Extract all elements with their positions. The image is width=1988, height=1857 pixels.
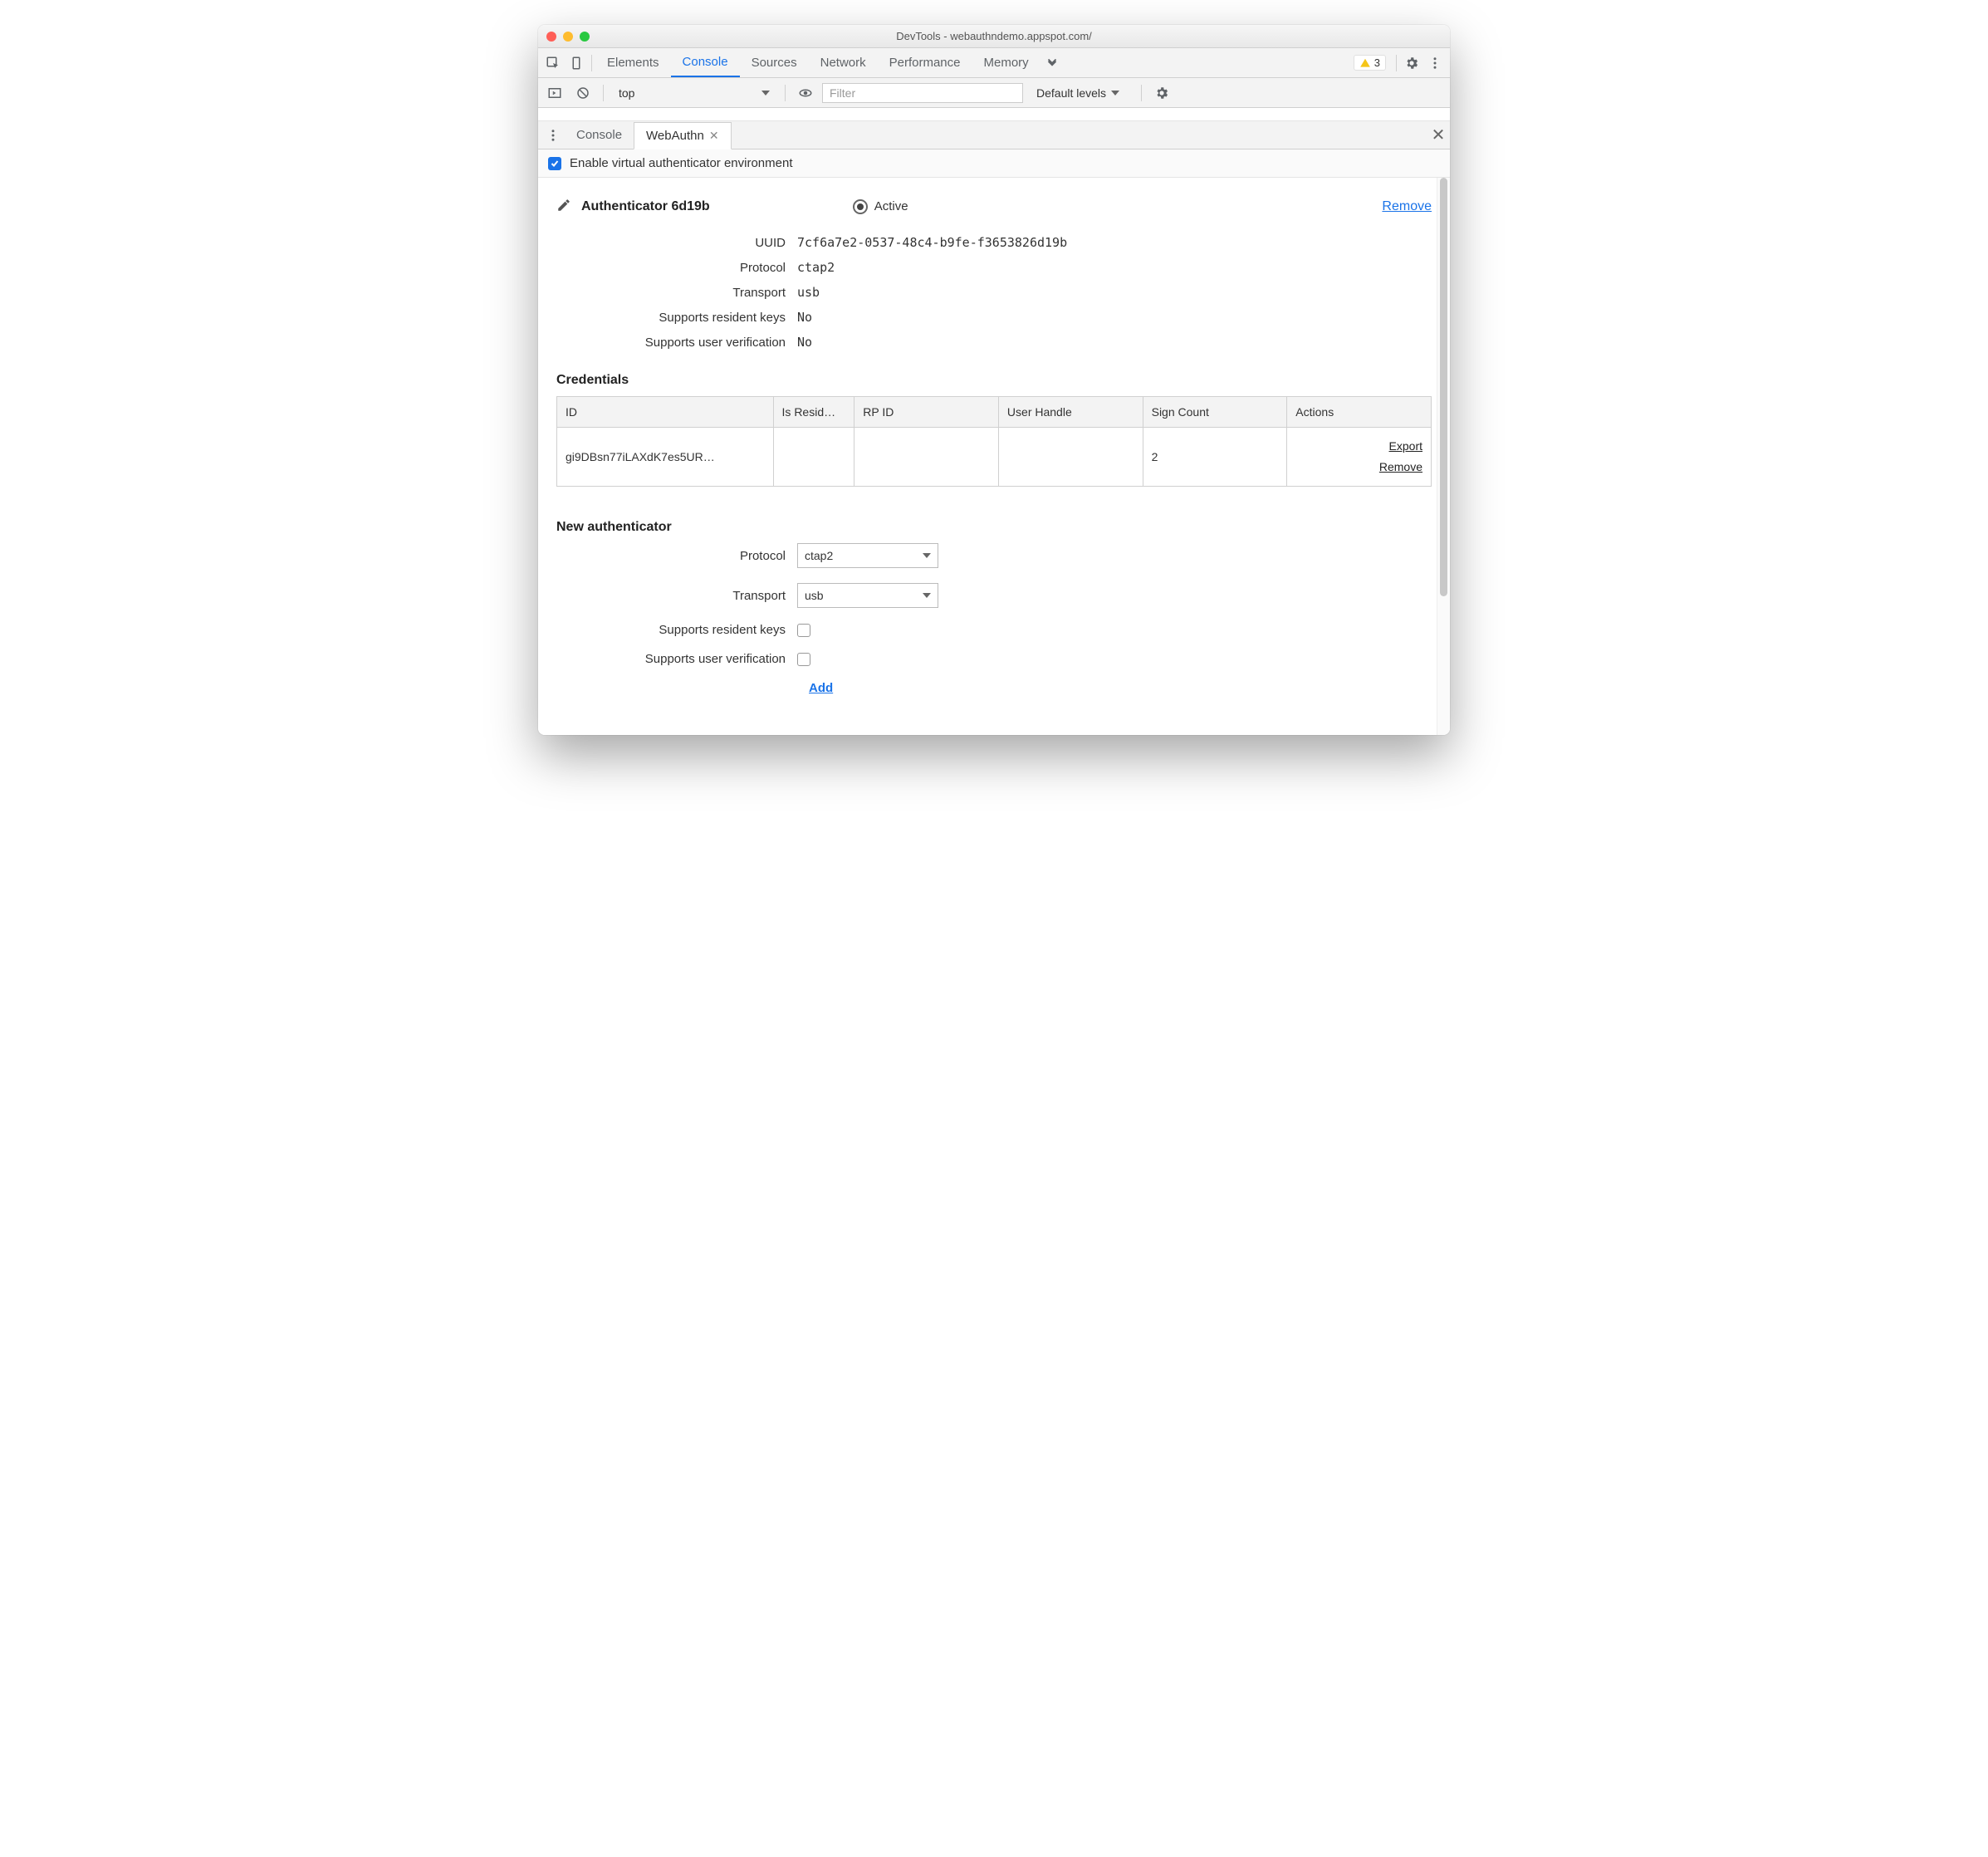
new-rk-label: Supports resident keys bbox=[556, 623, 797, 637]
clear-console-icon[interactable] bbox=[571, 81, 595, 105]
user-verification-value: No bbox=[797, 335, 812, 350]
col-resident: Is Resid… bbox=[773, 397, 854, 428]
new-rk-checkbox[interactable] bbox=[797, 624, 810, 637]
window-titlebar: DevTools - webauthndemo.appspot.com/ bbox=[538, 25, 1450, 48]
console-filter-input[interactable] bbox=[822, 83, 1023, 103]
resident-keys-label: Supports resident keys bbox=[556, 311, 797, 325]
remove-credential-link[interactable]: Remove bbox=[1379, 460, 1422, 473]
transport-value: usb bbox=[797, 285, 820, 300]
col-id: ID bbox=[557, 397, 774, 428]
drawer-close-icon[interactable]: ✕ bbox=[1427, 124, 1450, 147]
remove-authenticator-link[interactable]: Remove bbox=[1382, 199, 1432, 214]
enable-bar: Enable virtual authenticator environment bbox=[538, 149, 1450, 178]
kebab-menu-icon[interactable] bbox=[1423, 51, 1447, 75]
active-radio[interactable] bbox=[853, 199, 868, 214]
new-transport-select[interactable]: usb bbox=[797, 583, 938, 608]
drawer-tabstrip: Console WebAuthn ✕ ✕ bbox=[538, 121, 1450, 149]
credentials-table: ID Is Resid… RP ID User Handle Sign Coun… bbox=[556, 396, 1432, 487]
enable-virtual-authenticator-checkbox[interactable] bbox=[548, 157, 561, 170]
tab-sources[interactable]: Sources bbox=[740, 48, 809, 77]
cred-uh bbox=[998, 428, 1143, 487]
cred-sign-count: 2 bbox=[1143, 428, 1287, 487]
col-uh: User Handle bbox=[998, 397, 1143, 428]
protocol-value: ctap2 bbox=[797, 260, 835, 275]
execution-context-select[interactable]: top bbox=[612, 83, 776, 103]
uuid-label: UUID bbox=[556, 236, 797, 250]
col-actions: Actions bbox=[1287, 397, 1432, 428]
cred-actions: Export Remove bbox=[1287, 428, 1432, 487]
warnings-count: 3 bbox=[1374, 56, 1380, 69]
tab-console[interactable]: Console bbox=[671, 48, 740, 77]
chevron-down-icon bbox=[923, 553, 931, 558]
new-uv-checkbox[interactable] bbox=[797, 653, 810, 666]
transport-label: Transport bbox=[556, 286, 797, 300]
new-transport-value: usb bbox=[805, 589, 824, 602]
edit-icon[interactable] bbox=[556, 198, 571, 215]
console-sidebar-toggle-icon[interactable] bbox=[543, 81, 566, 105]
user-verification-label: Supports user verification bbox=[556, 336, 797, 350]
enable-label: Enable virtual authenticator environment bbox=[570, 156, 793, 170]
drawer-tab-label: WebAuthn bbox=[646, 129, 704, 143]
console-settings-icon[interactable] bbox=[1150, 81, 1173, 105]
divider bbox=[1141, 85, 1142, 101]
traffic-close[interactable] bbox=[546, 32, 556, 42]
divider bbox=[591, 55, 592, 71]
col-sc: Sign Count bbox=[1143, 397, 1287, 428]
tab-network[interactable]: Network bbox=[809, 48, 878, 77]
close-icon[interactable]: ✕ bbox=[709, 129, 719, 143]
cred-id: gi9DBsn77iLAXdK7es5UR… bbox=[557, 428, 774, 487]
chevron-down-icon bbox=[761, 91, 770, 96]
drawer-menu-icon[interactable] bbox=[541, 124, 565, 147]
device-toolbar-icon[interactable] bbox=[565, 51, 588, 75]
cred-rp bbox=[854, 428, 999, 487]
execution-context-value: top bbox=[619, 86, 634, 100]
protocol-label: Protocol bbox=[556, 261, 797, 275]
live-expression-icon[interactable] bbox=[794, 81, 817, 105]
divider bbox=[1396, 55, 1397, 71]
console-toolbar: top Default levels bbox=[538, 78, 1450, 108]
warnings-badge[interactable]: 3 bbox=[1354, 55, 1386, 71]
chevron-down-icon bbox=[1111, 91, 1119, 96]
credentials-title: Credentials bbox=[556, 373, 1432, 388]
add-authenticator-link[interactable]: Add bbox=[809, 681, 833, 695]
active-label: Active bbox=[874, 199, 908, 213]
main-tabstrip: Elements Console Sources Network Perform… bbox=[538, 48, 1450, 78]
new-authenticator-title: New authenticator bbox=[556, 520, 1432, 535]
new-transport-label: Transport bbox=[556, 589, 797, 603]
tab-elements[interactable]: Elements bbox=[595, 48, 671, 77]
chevron-down-icon bbox=[923, 593, 931, 598]
col-rp: RP ID bbox=[854, 397, 999, 428]
drawer-tab-console[interactable]: Console bbox=[565, 121, 634, 149]
tab-memory[interactable]: Memory bbox=[972, 48, 1041, 77]
active-radio-group[interactable]: Active bbox=[853, 199, 908, 214]
traffic-minimize[interactable] bbox=[563, 32, 573, 42]
export-credential-link[interactable]: Export bbox=[1389, 439, 1422, 453]
log-levels-select[interactable]: Default levels bbox=[1028, 86, 1128, 100]
settings-icon[interactable] bbox=[1400, 51, 1423, 75]
new-protocol-value: ctap2 bbox=[805, 549, 833, 562]
new-uv-label: Supports user verification bbox=[556, 652, 797, 666]
drawer-tab-webauthn[interactable]: WebAuthn ✕ bbox=[634, 122, 732, 149]
credential-row: gi9DBsn77iLAXdK7es5UR… 2 Export Remove bbox=[557, 428, 1432, 487]
new-protocol-label: Protocol bbox=[556, 549, 797, 563]
authenticator-header: Authenticator 6d19b Active Remove bbox=[556, 198, 1432, 215]
authenticator-title: Authenticator 6d19b bbox=[581, 199, 710, 214]
resident-keys-value: No bbox=[797, 310, 812, 325]
new-protocol-select[interactable]: ctap2 bbox=[797, 543, 938, 568]
cred-resident bbox=[773, 428, 854, 487]
divider bbox=[603, 85, 604, 101]
more-tabs-icon[interactable] bbox=[1041, 51, 1064, 75]
uuid-value: 7cf6a7e2-0537-48c4-b9fe-f3653826d19b bbox=[797, 235, 1067, 250]
log-levels-label: Default levels bbox=[1036, 86, 1106, 100]
webauthn-pane: Authenticator 6d19b Active Remove UUID 7… bbox=[538, 178, 1450, 735]
vertical-scrollbar[interactable] bbox=[1437, 178, 1450, 735]
tab-performance[interactable]: Performance bbox=[878, 48, 972, 77]
window-title: DevTools - webauthndemo.appspot.com/ bbox=[538, 30, 1450, 42]
inspect-element-icon[interactable] bbox=[541, 51, 565, 75]
authenticator-details: UUID 7cf6a7e2-0537-48c4-b9fe-f3653826d19… bbox=[556, 235, 1432, 350]
divider bbox=[785, 85, 786, 101]
traffic-zoom[interactable] bbox=[580, 32, 590, 42]
